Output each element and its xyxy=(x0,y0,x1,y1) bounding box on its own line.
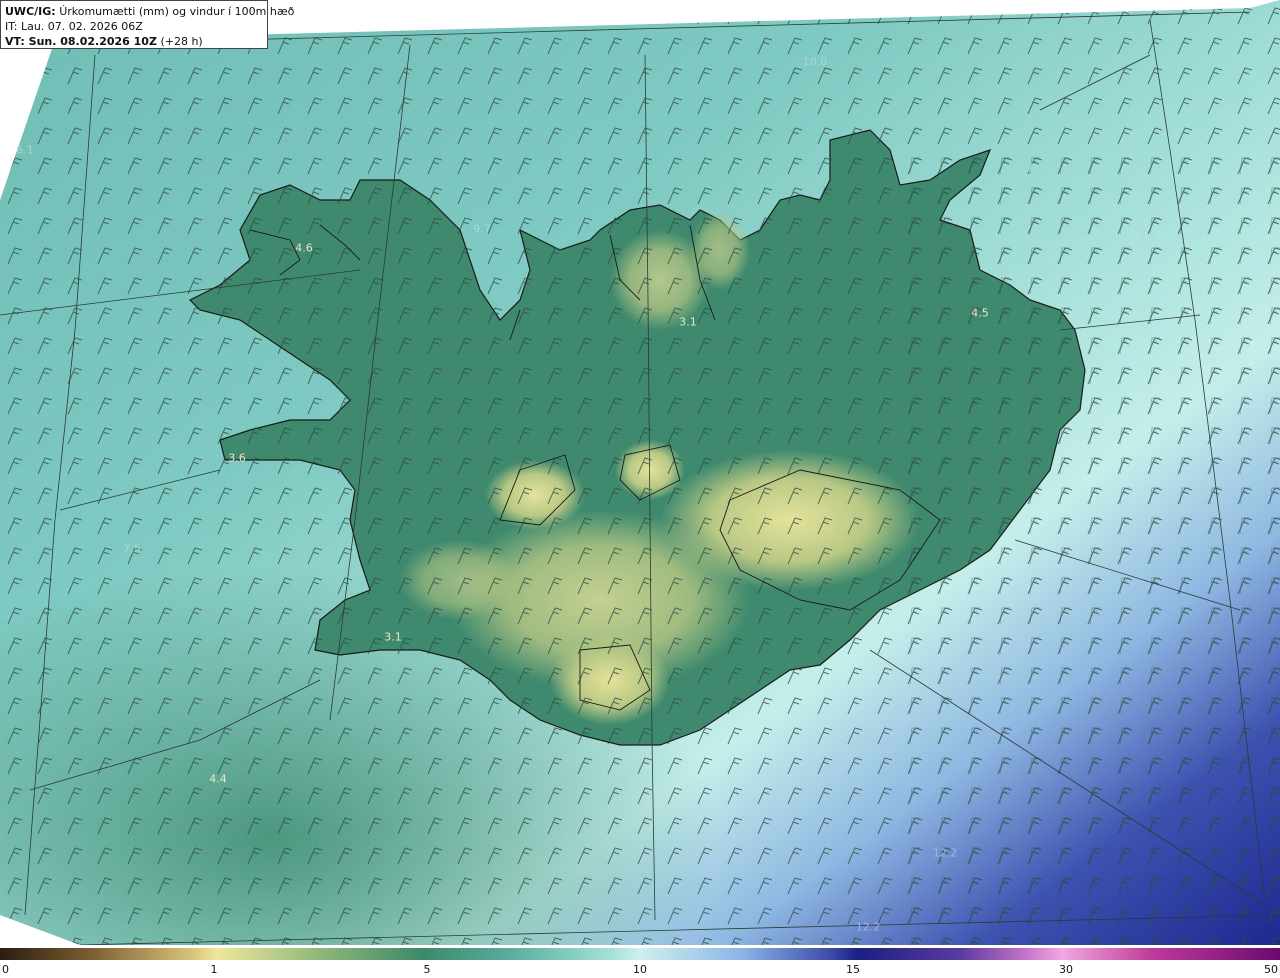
map-value-label: 12.2 xyxy=(855,920,881,934)
title-line-1: UWC/IG: Úrkomumætti (mm) og vindur í 100… xyxy=(5,4,294,19)
title-line-3: VT: Sun. 08.02.2026 10Z (+28 h) xyxy=(5,34,263,49)
map-title-box: UWC/IG: Úrkomumætti (mm) og vindur í 100… xyxy=(0,0,294,49)
colorbar-tick: 50 xyxy=(1264,963,1278,976)
map-value-label: 9.7 xyxy=(473,222,491,236)
product-code: UWC/IG: xyxy=(5,5,56,18)
map-value-label: 7.7 xyxy=(1139,227,1157,241)
valid-time: VT: Sun. 08.02.2026 10Z xyxy=(5,35,157,48)
lead-time: (+28 h) xyxy=(160,35,203,48)
map-domain xyxy=(0,0,1280,945)
map-value-label: 4.5 xyxy=(971,306,989,320)
product-description: Úrkomumætti (mm) og vindur í 100m hæð xyxy=(59,5,295,18)
colorbar-tick: 0 xyxy=(2,963,9,976)
map-value-label: 9.7 xyxy=(1016,161,1034,175)
map-value-label: 6.1 xyxy=(16,143,34,157)
colorbar-tick: 30 xyxy=(1059,963,1073,976)
map-value-label: 12.2 xyxy=(932,846,958,860)
colorbar-tick: 10 xyxy=(633,963,647,976)
forecast-map-view: 6.1 10.0 9.7 4.6 3.1 9.7 9.8 7.7 4.5 3.6 7.5 3.1 4.4… xyxy=(0,0,1280,978)
map-value-label: 9.8 xyxy=(1034,264,1052,278)
map-value-label: 7.5 xyxy=(123,542,141,556)
map-value-label: 3.6 xyxy=(228,451,246,465)
initial-time: IT: Lau. 07. 02. 2026 06Z xyxy=(5,20,143,33)
colorbar-tick: 1 xyxy=(210,963,218,976)
colorbar-gradient xyxy=(0,948,1280,960)
colorbar-ticks: 0 1 5 10 15 30 50 xyxy=(0,960,1280,978)
precipitation-map xyxy=(0,0,1280,948)
map-value-label: 4.4 xyxy=(209,772,227,786)
map-value-label: 3.1 xyxy=(679,315,697,329)
colorbar-tick: 15 xyxy=(846,963,860,976)
map-value-label: 3.1 xyxy=(384,630,402,644)
map-value-label: 4.6 xyxy=(295,241,313,255)
colorbar xyxy=(0,948,1280,960)
colorbar-tick: 5 xyxy=(423,963,431,976)
wind-barbs-east xyxy=(900,150,1280,945)
map-value-label: 10.0 xyxy=(802,55,828,69)
